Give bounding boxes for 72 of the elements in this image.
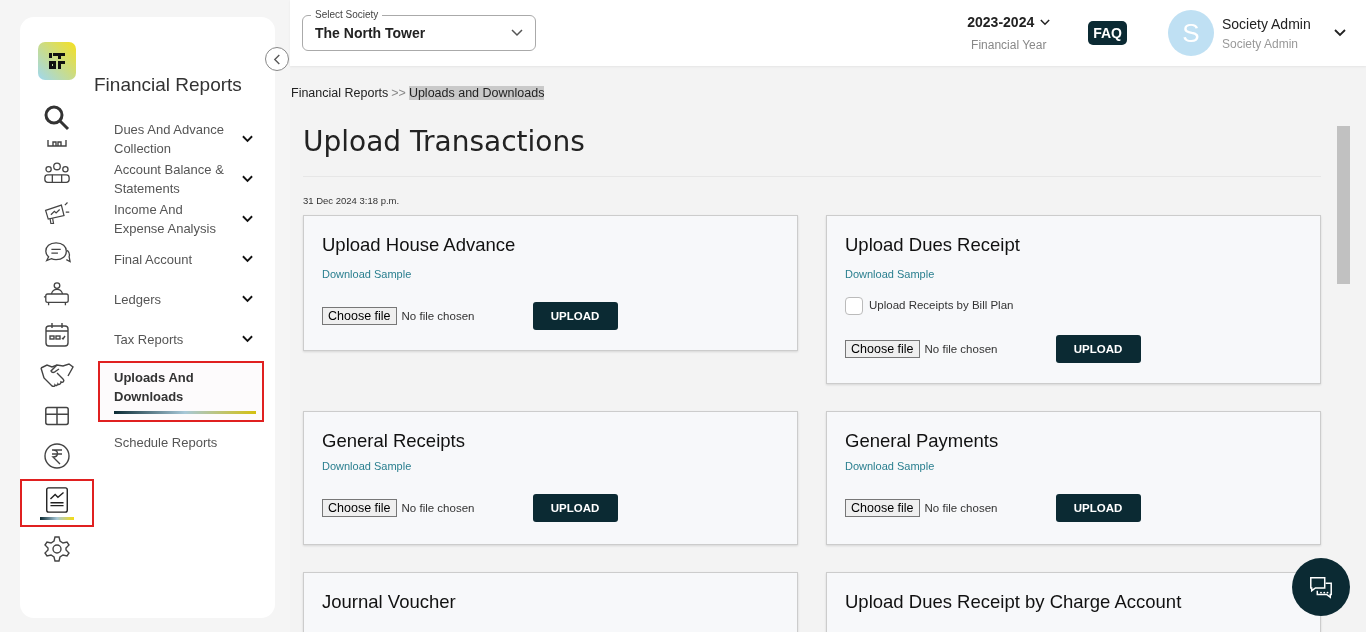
choose-file-button[interactable]: Choose file [845, 340, 920, 358]
chevron-down-icon [511, 28, 523, 37]
active-underline [40, 516, 74, 520]
search-icon [43, 104, 71, 133]
checkbox[interactable] [845, 297, 863, 315]
financial-year-selector[interactable]: 2023-2024 Financial Year [967, 14, 1051, 52]
select-value: The North Tower [315, 24, 427, 41]
breadcrumb-link[interactable]: Uploads and Downloads [408, 86, 545, 100]
submenu-item[interactable]: Uploads And Downloads [98, 361, 264, 422]
faq-button[interactable]: FAQ [1088, 21, 1127, 45]
upload-button[interactable]: UPLOAD [1055, 494, 1141, 522]
submenu-item[interactable]: Schedule Reports [94, 422, 275, 462]
submenu-label: Ledgers [114, 290, 162, 309]
user-name: Society Admin [1222, 15, 1312, 32]
report-chart-icon [43, 485, 71, 514]
submenu-item[interactable]: Final Account [94, 239, 275, 279]
app-logo-icon[interactable] [38, 42, 76, 80]
checkbox-label: Upload Receipts by Bill Plan [869, 298, 1015, 313]
collapse-sidebar-button[interactable] [265, 47, 289, 71]
submenu-label: Account Balance & Statements [114, 161, 225, 198]
file-status: No file chosen [401, 310, 476, 322]
submenu-item[interactable]: Tax Reports [94, 319, 275, 359]
upload-button[interactable]: UPLOAD [532, 302, 618, 330]
choose-file-button[interactable]: Choose file [845, 499, 920, 517]
breadcrumb-link[interactable]: Financial Reports [291, 86, 389, 100]
calendar-icon [43, 320, 71, 349]
submenu-title: Financial Reports [94, 74, 243, 96]
submenu-item[interactable]: Ledgers [94, 279, 275, 319]
year-value: 2023-2024 [967, 14, 1035, 30]
card-title: Journal Voucher [322, 591, 457, 613]
page-title: Upload Transactions [303, 125, 1321, 177]
submenu-label: Schedule Reports [114, 433, 219, 452]
download-sample-link[interactable]: Download Sample [322, 460, 412, 472]
choose-file-button[interactable]: Choose file [322, 499, 397, 517]
card-title: General Receipts [322, 430, 466, 452]
user-role: Society Admin [1222, 36, 1300, 51]
rupee-icon [43, 442, 71, 471]
download-sample-link[interactable]: Download Sample [845, 460, 935, 472]
year-caption: Financial Year [971, 38, 1047, 52]
submenu-label: Dues And Advance Collection [114, 121, 225, 158]
file-status: No file chosen [401, 502, 476, 514]
upload-button[interactable]: UPLOAD [1055, 335, 1141, 363]
card-title: Upload House Advance [322, 234, 517, 256]
user-menu[interactable]: S Society Admin Society Admin [1168, 10, 1346, 56]
submenu-item[interactable]: Income And Expense Analysis [94, 199, 275, 239]
file-status: No file chosen [924, 343, 999, 355]
card-title: General Payments [845, 430, 1000, 452]
download-sample-link[interactable]: Download Sample [322, 268, 412, 280]
choose-file-button[interactable]: Choose file [322, 307, 397, 325]
submenu-label: Uploads And Downloads [114, 369, 195, 406]
avatar: S [1168, 10, 1214, 56]
card-title: Upload Dues Receipt [845, 234, 1021, 256]
selected-nav-item[interactable] [20, 478, 94, 527]
submenu-item[interactable]: Dues And Advance Collection [94, 119, 275, 159]
settings-icon [43, 534, 71, 563]
card-title: Upload Dues Receipt by Charge Account [845, 591, 1183, 613]
timestamp: 31 Dec 2024 3:18 p.m. [303, 195, 401, 206]
chevron-left-icon [272, 53, 282, 65]
upload-button[interactable]: UPLOAD [532, 494, 618, 522]
chevron-down-icon [1334, 29, 1346, 37]
handshake-icon [39, 361, 75, 390]
submenu-label: Tax Reports [114, 330, 185, 349]
breadcrumb-separator: >> [391, 86, 406, 100]
chat-icon [1307, 574, 1335, 600]
download-sample-link[interactable]: Download Sample [845, 268, 935, 280]
file-status: No file chosen [924, 502, 999, 514]
submenu-label: Final Account [114, 250, 194, 269]
chevron-down-icon [1040, 18, 1051, 26]
chat-button[interactable] [1292, 558, 1350, 616]
select-label: Select Society [311, 8, 383, 21]
submenu-item[interactable]: Account Balance & Statements [94, 159, 275, 199]
submenu-label: Income And Expense Analysis [114, 201, 217, 238]
